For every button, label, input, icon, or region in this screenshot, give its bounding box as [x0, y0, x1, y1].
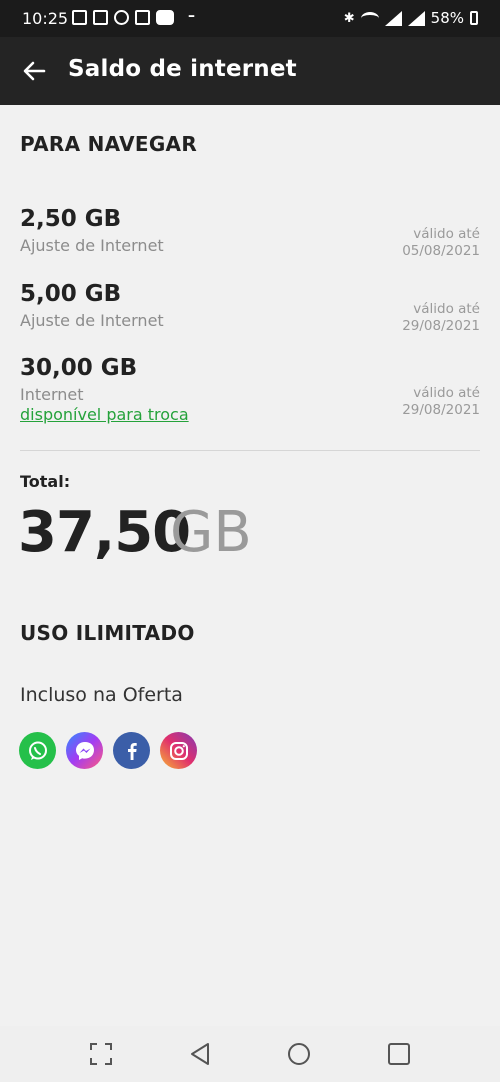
screenshot-button[interactable] — [87, 1040, 115, 1068]
balance-type: Internet — [20, 385, 84, 404]
validity-label: válido até — [413, 226, 480, 242]
status-indicators: ✱ 58% — [344, 9, 478, 27]
balance-amount: 5,00 GB — [20, 281, 122, 307]
screenshot-icon — [90, 1043, 112, 1065]
back-button[interactable] — [18, 55, 50, 87]
divider — [20, 450, 480, 451]
validity-date: 29/08/2021 — [402, 318, 480, 334]
youtube-icon — [156, 10, 174, 25]
facebook-icon — [113, 732, 150, 769]
news-icon — [72, 10, 87, 25]
app-bar: Saldo de internet — [0, 37, 500, 105]
balance-amount: 30,00 GB — [20, 355, 138, 381]
balance-item: 5,00 GB Ajuste de Internet válido até 29… — [20, 281, 480, 337]
status-time: 10:25 — [22, 9, 69, 28]
wifi-icon — [360, 11, 379, 25]
signal-icon — [384, 10, 402, 26]
total-value: 37,50 — [18, 500, 191, 565]
battery-icon — [470, 11, 478, 25]
system-nav-bar — [0, 1026, 500, 1082]
recents-button[interactable] — [385, 1040, 413, 1068]
shop-icon — [135, 10, 150, 25]
total-unit: GB — [170, 500, 252, 565]
balance-item: 30,00 GB Internet disponível para troca … — [20, 355, 480, 435]
status-bar: 10:25 – ✱ 58% — [0, 0, 500, 37]
validity-label: válido até — [413, 301, 480, 317]
home-circle-icon — [288, 1043, 310, 1065]
balance-type: Ajuste de Internet — [20, 311, 164, 330]
balance-type: Ajuste de Internet — [20, 236, 164, 255]
balance-item: 2,50 GB Ajuste de Internet válido até 05… — [20, 206, 480, 262]
home-button[interactable] — [285, 1040, 313, 1068]
battery-percent: 58% — [430, 9, 464, 27]
system-back-button[interactable] — [186, 1040, 214, 1068]
section-title-navigate: PARA NAVEGAR — [20, 132, 198, 156]
total-label: Total: — [20, 472, 71, 491]
section-title-unlimited: USO ILIMITADO — [20, 621, 195, 645]
messenger-icon — [66, 732, 103, 769]
unlimited-apps-list — [19, 732, 197, 769]
whatsapp-icon — [19, 732, 56, 769]
recents-square-icon — [388, 1043, 410, 1065]
balance-validity: válido até 05/08/2021 — [402, 226, 480, 260]
mail-icon — [93, 10, 108, 25]
instagram-icon — [160, 732, 197, 769]
balance-validity: válido até 29/08/2021 — [402, 301, 480, 335]
available-for-exchange-link[interactable]: disponível para troca — [20, 405, 189, 424]
more-notifications-icon: – — [188, 8, 195, 24]
bluetooth-icon: ✱ — [343, 10, 355, 26]
notification-icons — [72, 10, 174, 25]
included-in-offer-label: Incluso na Oferta — [20, 684, 183, 706]
signal-icon-2 — [407, 10, 425, 26]
validity-date: 29/08/2021 — [402, 402, 480, 418]
validity-date: 05/08/2021 — [402, 243, 480, 259]
validity-label: válido até — [413, 385, 480, 401]
back-triangle-icon — [191, 1043, 209, 1065]
arrow-left-icon — [23, 61, 46, 81]
parking-icon — [114, 10, 129, 25]
balance-validity: válido até 29/08/2021 — [402, 385, 480, 419]
page-title: Saldo de internet — [68, 56, 297, 82]
balance-amount: 2,50 GB — [20, 206, 122, 232]
